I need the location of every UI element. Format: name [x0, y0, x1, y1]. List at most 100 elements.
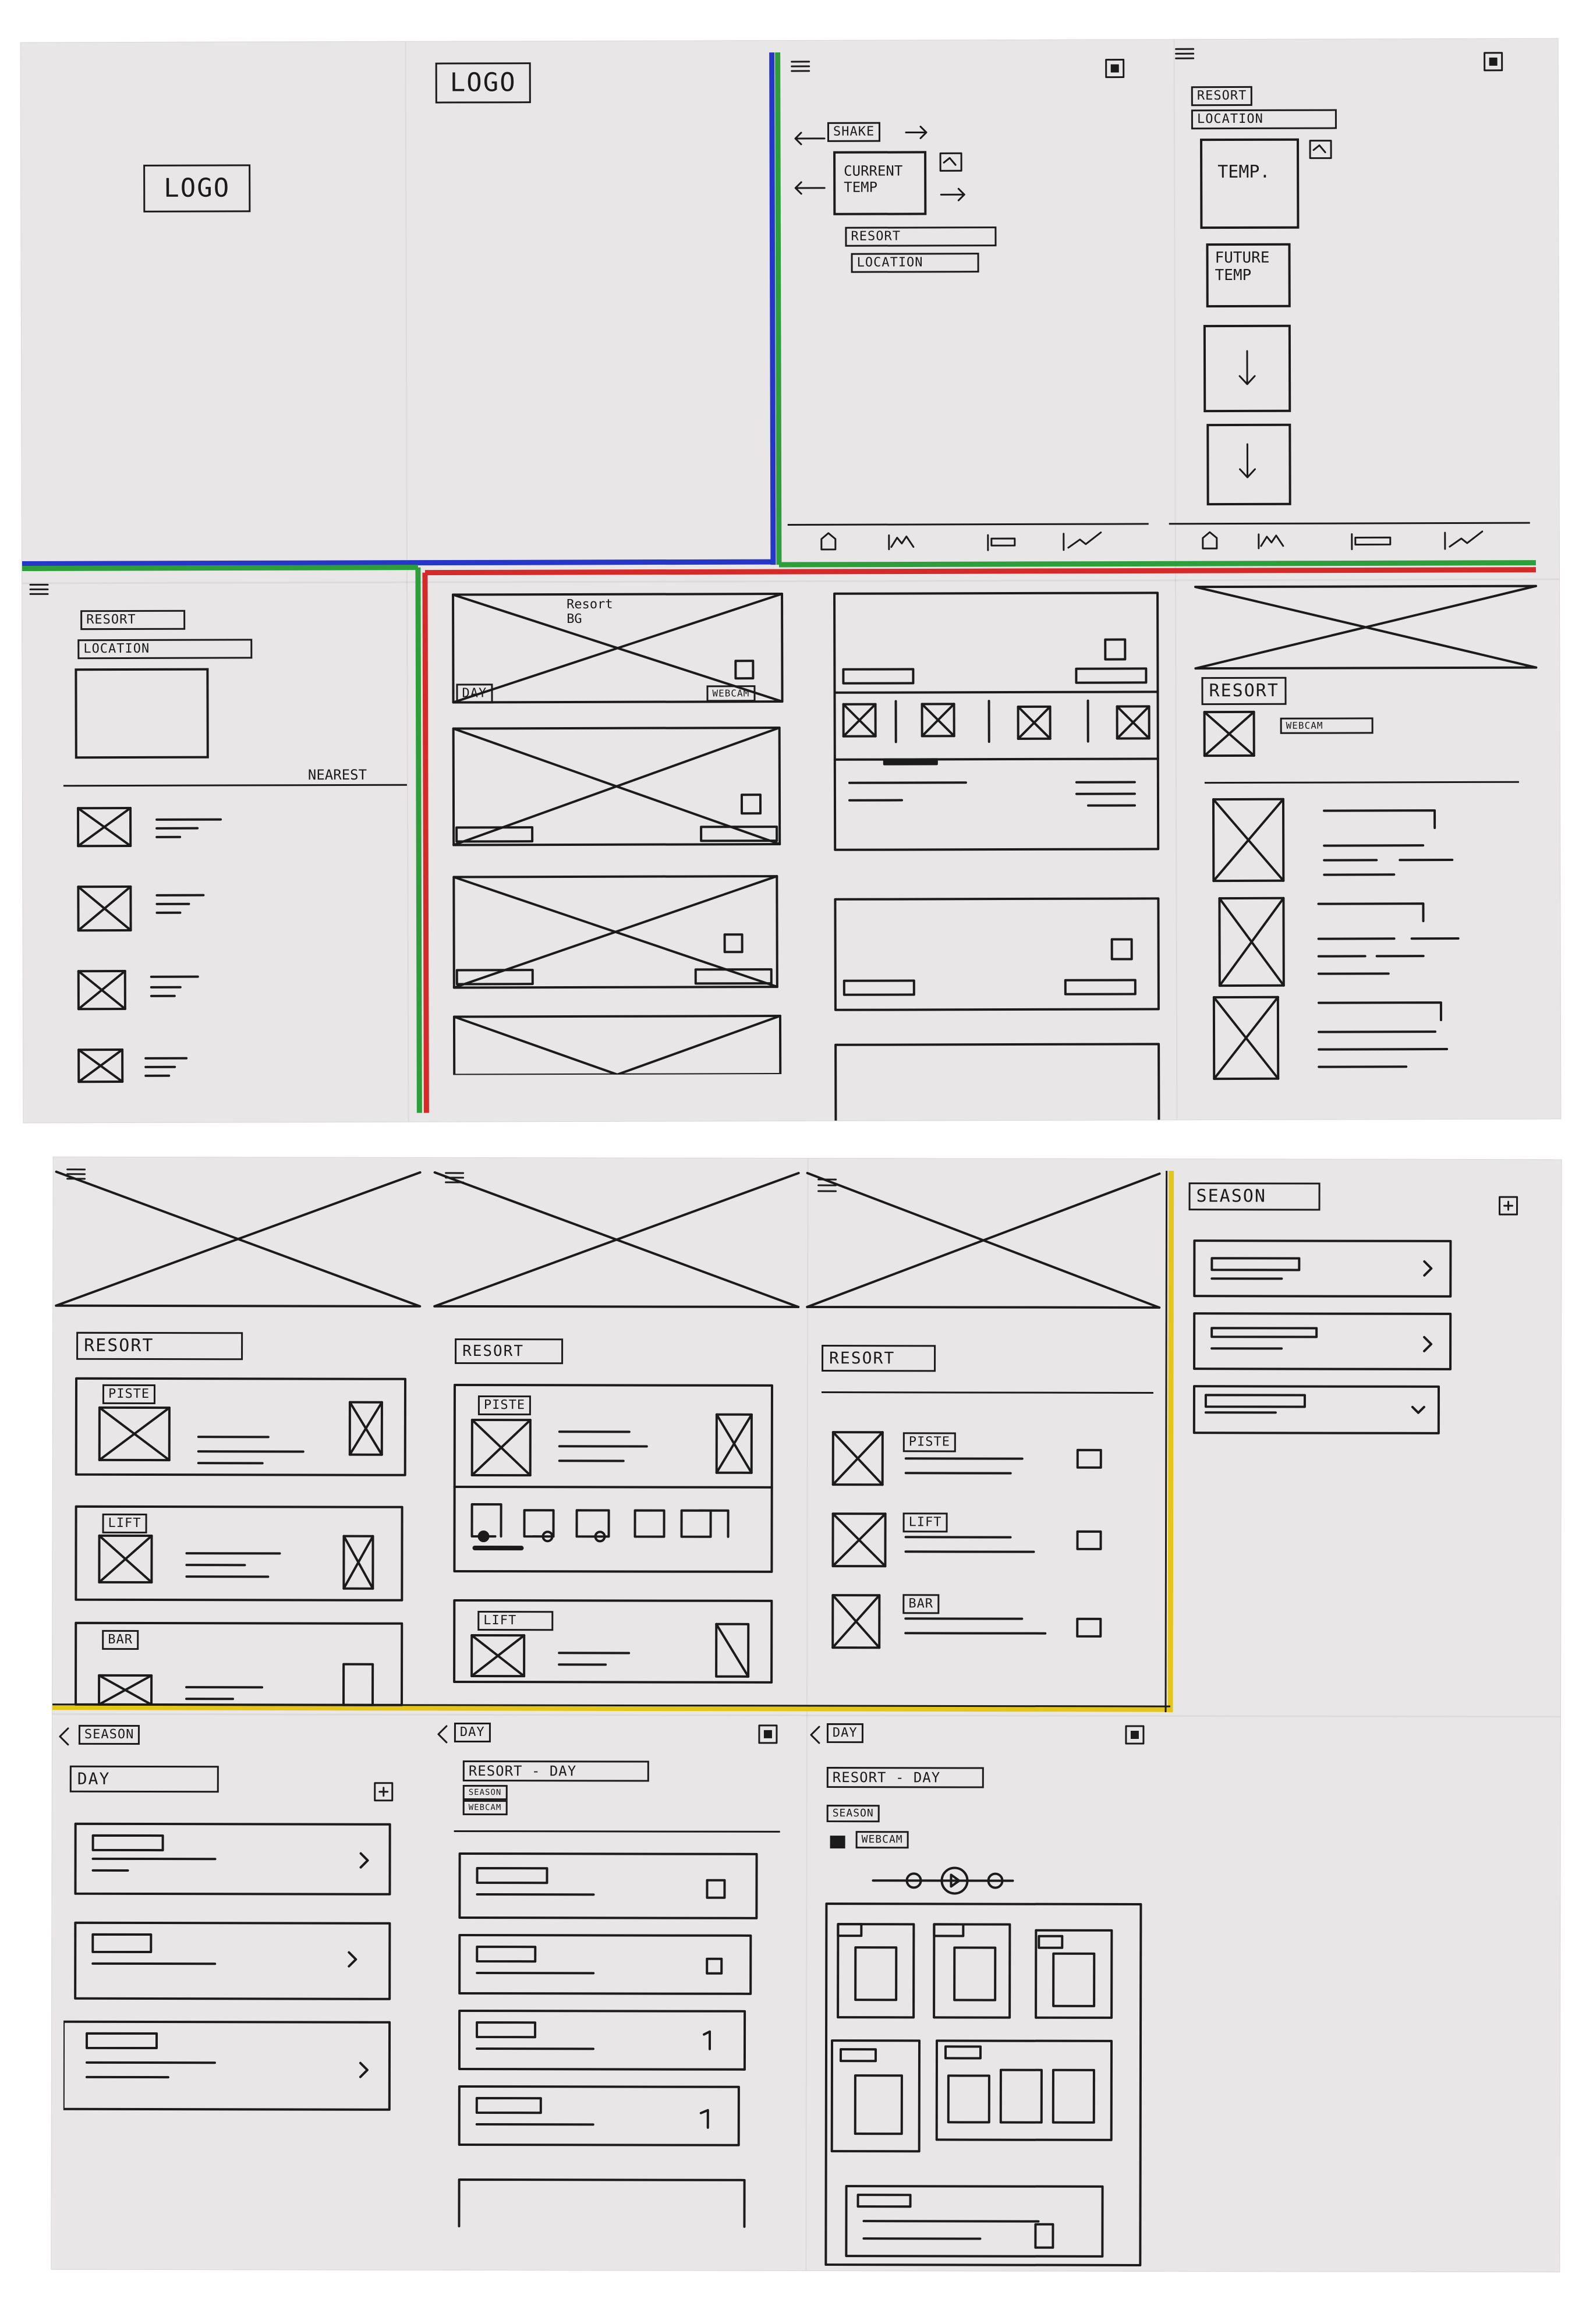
- back-icon[interactable]: [55, 1725, 73, 1748]
- add-icon[interactable]: [373, 1781, 396, 1804]
- future-temp-label: FUTURE TEMP: [1215, 249, 1270, 285]
- image-placeholder: [1203, 710, 1255, 757]
- location-label: LOCATION: [1191, 109, 1337, 130]
- resort-items[interactable]: [815, 1403, 1159, 1695]
- location-label: LOCATION: [77, 639, 253, 660]
- arrow-right-icon: [905, 125, 928, 139]
- resort-label: RESORT: [80, 610, 186, 630]
- resort-title: RESORT: [76, 1331, 243, 1361]
- resort-detail-list[interactable]: [1202, 787, 1528, 1090]
- piste-label: PISTE: [902, 1432, 957, 1452]
- resort-label: RESORT: [1191, 86, 1253, 107]
- section-divider: [821, 1391, 1153, 1394]
- sketch-sheet-top: LOGO LOGO SHAKE CURRENT TEMP RESORT LOCA…: [20, 38, 1561, 1123]
- map-placeholder: [75, 668, 209, 759]
- run-list[interactable]: [441, 1842, 791, 2262]
- season-sub-label: SEASON: [462, 1784, 508, 1801]
- hero-image: [806, 1172, 1161, 1309]
- tabbar-divider: [787, 523, 1149, 526]
- settings-icon[interactable]: [1124, 1724, 1147, 1747]
- season-list[interactable]: [1188, 1235, 1538, 1468]
- season-sub-label: SEASON: [826, 1805, 880, 1823]
- screen-resort-day: DAY RESORT - DAY SEASON WEBCAM: [430, 1714, 803, 2268]
- hero-image: [1194, 584, 1538, 670]
- menu-icon[interactable]: [1174, 45, 1197, 63]
- bar-label: BAR: [102, 1629, 139, 1650]
- webcam-list[interactable]: [831, 590, 1176, 1123]
- webcam-sub-label: WEBCAM: [855, 1831, 909, 1849]
- menu-icon[interactable]: [790, 58, 813, 76]
- season-title: SEASON: [1188, 1182, 1321, 1211]
- webcam-sub-label: WEBCAM: [462, 1799, 508, 1816]
- mountain-tab-icon[interactable]: [1256, 529, 1291, 552]
- bar-label: BAR: [902, 1594, 940, 1614]
- home-tab-icon[interactable]: [1198, 529, 1222, 552]
- resort-cards[interactable]: [70, 1367, 420, 1717]
- lift-label: LIFT: [102, 1513, 147, 1534]
- weather-icon: [1309, 140, 1332, 160]
- resort-cards[interactable]: [448, 1373, 798, 1712]
- screen-webcam-feed: [820, 578, 1182, 1123]
- lift-label: LIFT: [902, 1512, 948, 1533]
- logo-large: LOGO: [435, 62, 531, 104]
- settings-icon[interactable]: [1482, 51, 1506, 74]
- settings-icon[interactable]: [1497, 1195, 1520, 1218]
- screen-resort-a: RESORT PISTE LIFT BAR: [52, 1157, 426, 1706]
- screen-splash: LOGO LOGO: [21, 41, 773, 561]
- arrow-down-icon: [1239, 443, 1256, 479]
- mountain-tab-icon[interactable]: [887, 529, 922, 552]
- section-divider: [63, 784, 407, 787]
- screen-resort-day-schedule: DAY RESORT - DAY SEASON WEBCAM: [802, 1714, 1176, 2268]
- screen-feed: Resort BG DAY WEBCAM: [433, 579, 806, 1116]
- nearby-list[interactable]: [75, 802, 402, 1105]
- schedule-board[interactable]: [808, 1866, 1170, 2268]
- day-title: DAY: [69, 1765, 219, 1793]
- location-label: LOCATION: [851, 253, 979, 273]
- screen-resort-detail: RESORT WEBCAM: [1192, 578, 1560, 1114]
- stats-tab-icon[interactable]: [1061, 529, 1108, 552]
- screen-resort-c: RESORT PISTE LIFT BAR: [803, 1159, 1166, 1706]
- resort-bg-note: Resort BG: [567, 597, 613, 627]
- hero-image: [55, 1170, 422, 1308]
- back-day-label[interactable]: DAY: [826, 1723, 863, 1744]
- day-button[interactable]: DAY: [456, 683, 493, 704]
- lift-label: LIFT: [477, 1611, 554, 1631]
- menu-icon[interactable]: [28, 581, 51, 598]
- section-divider: [454, 1830, 780, 1833]
- stats-tab-icon[interactable]: [1443, 528, 1489, 551]
- resort-title: RESORT: [1201, 676, 1287, 706]
- back-season-label[interactable]: SEASON: [78, 1724, 140, 1745]
- resort-day-title: RESORT - DAY: [826, 1767, 984, 1788]
- resort-title: RESORT: [455, 1338, 564, 1365]
- back-icon[interactable]: [806, 1723, 824, 1746]
- resort-label: RESORT: [845, 226, 997, 247]
- nearest-label: NEAREST: [307, 766, 367, 784]
- screen-season: SEASON: [1176, 1159, 1550, 1707]
- camera-icon: [830, 1836, 845, 1849]
- hero-image: [433, 1171, 800, 1308]
- arrow-right-icon: [940, 187, 965, 201]
- ski-tab-icon[interactable]: [1350, 528, 1396, 551]
- settings-icon[interactable]: [1104, 57, 1127, 80]
- back-icon[interactable]: [434, 1723, 451, 1746]
- webcam-button[interactable]: WEBCAM: [706, 685, 756, 702]
- screen-nearby: RESORT LOCATION NEAREST: [22, 575, 419, 1117]
- arrow-left-icon: [794, 181, 826, 195]
- piste-label: PISTE: [102, 1384, 156, 1405]
- back-day-label[interactable]: DAY: [454, 1722, 491, 1743]
- settings-icon[interactable]: [757, 1723, 780, 1746]
- temp-card[interactable]: [1200, 138, 1300, 229]
- screen-home: SHAKE CURRENT TEMP RESORT LOCATION: [781, 40, 1155, 559]
- section-divider: [1204, 781, 1519, 784]
- ski-tab-icon[interactable]: [986, 529, 1021, 552]
- piste-label: PISTE: [477, 1395, 532, 1416]
- weather-icon: [939, 152, 962, 172]
- home-tab-icon[interactable]: [817, 530, 840, 553]
- tabbar-divider: [1169, 522, 1530, 525]
- day-list[interactable]: [63, 1812, 425, 2116]
- current-temp-label: CURRENT TEMP: [844, 162, 903, 196]
- sketch-sheet-bottom: RESORT PISTE LIFT BAR RESORT PISTE LIFT …: [51, 1157, 1562, 2272]
- feed-list[interactable]: [451, 725, 790, 1075]
- shake-label: SHAKE: [827, 122, 881, 142]
- webcam-button[interactable]: WEBCAM: [1280, 717, 1373, 734]
